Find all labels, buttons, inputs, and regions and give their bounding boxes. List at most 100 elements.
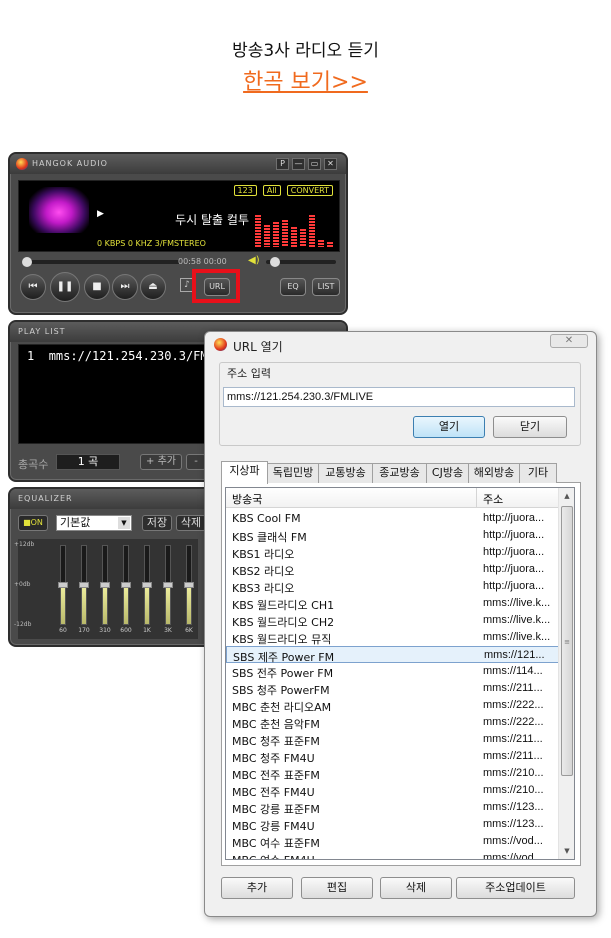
eq-band-label: 60 bbox=[59, 627, 67, 634]
eq-band-slider[interactable] bbox=[142, 545, 152, 625]
list-item[interactable]: MBC 전주 FM4U mms://210... bbox=[226, 782, 559, 799]
eq-band-fill bbox=[145, 585, 149, 624]
list-item[interactable]: MBC 강릉 표준FM mms://123... bbox=[226, 799, 559, 816]
eq-band-handle[interactable] bbox=[163, 582, 173, 588]
list-item[interactable]: KBS2 라디오 http://juora... bbox=[226, 561, 559, 578]
spectrum-bar bbox=[318, 240, 324, 247]
station-name: KBS 월드라디오 뮤직 bbox=[232, 633, 332, 646]
chevron-down-icon[interactable]: ▼ bbox=[118, 517, 130, 529]
tray-button[interactable]: ▭ bbox=[308, 158, 321, 170]
list-item[interactable]: KBS 월드라디오 뮤직 mms://live.k... bbox=[226, 629, 559, 646]
eq-band-handle[interactable] bbox=[100, 582, 110, 588]
eject-button[interactable]: ⏏ bbox=[140, 274, 166, 300]
add-station-button[interactable]: 추가 bbox=[221, 877, 293, 899]
seek-bar[interactable] bbox=[22, 257, 180, 267]
spectrum-bar bbox=[255, 215, 261, 247]
eq-band-handle[interactable] bbox=[79, 582, 89, 588]
eq-save-button[interactable]: 저장 bbox=[142, 515, 172, 531]
station-url: mms://123... bbox=[483, 818, 544, 830]
eq-band-slider[interactable] bbox=[100, 545, 110, 625]
eq-band-slider[interactable] bbox=[58, 545, 68, 625]
list-item[interactable]: MBC 청주 표준FM mms://211... bbox=[226, 731, 559, 748]
tab-2[interactable]: 교통방송 bbox=[318, 463, 373, 483]
playlist-toggle-button[interactable]: P bbox=[276, 158, 289, 170]
list-item[interactable]: MBC 여수 FM4U mms://vod... bbox=[226, 850, 559, 859]
eq-band-slider[interactable] bbox=[121, 545, 131, 625]
volume-icon: ◀) bbox=[248, 255, 260, 266]
tab-0[interactable]: 지상파 bbox=[221, 461, 268, 484]
spectrum-analyzer bbox=[255, 211, 337, 247]
playlist-item[interactable]: 1 mms://121.254.230.3/FM bbox=[27, 349, 208, 363]
eq-band-slider[interactable] bbox=[79, 545, 89, 625]
all-mode-button[interactable]: All bbox=[262, 185, 281, 196]
list-item[interactable]: MBC 춘천 음악FM mms://222... bbox=[226, 714, 559, 731]
eq-button[interactable]: EQ bbox=[280, 278, 306, 296]
list-item[interactable]: KBS 클래식 FM http://juora... bbox=[226, 527, 559, 544]
dialog-title: URL 열기 bbox=[233, 340, 283, 354]
close-button[interactable]: ✕ bbox=[324, 158, 337, 170]
next-button[interactable]: ⏭ bbox=[112, 274, 138, 300]
station-name: SBS 청주 PowerFM bbox=[232, 684, 330, 697]
edit-station-button[interactable]: 편집 bbox=[301, 877, 373, 899]
list-item[interactable]: KBS3 라디오 http://juora... bbox=[226, 578, 559, 595]
volume-slider[interactable] bbox=[266, 257, 336, 267]
list-item[interactable]: KBS 월드라디오 CH1 mms://live.k... bbox=[226, 595, 559, 612]
column-station[interactable]: 방송국 bbox=[232, 491, 262, 507]
view-single-link[interactable]: 한곡 보기>> bbox=[0, 64, 611, 96]
eq-band-handle[interactable] bbox=[58, 582, 68, 588]
column-address[interactable]: 주소 bbox=[483, 491, 503, 507]
list-item[interactable]: SBS 제주 Power FM mms://121... bbox=[226, 646, 559, 664]
list-item[interactable]: KBS 월드라디오 CH2 mms://live.k... bbox=[226, 612, 559, 629]
eq-band-handle[interactable] bbox=[121, 582, 131, 588]
url-input[interactable]: mms://121.254.230.3/FMLIVE bbox=[223, 387, 575, 407]
volume-handle[interactable] bbox=[270, 257, 280, 267]
tab-4[interactable]: CJ방송 bbox=[426, 463, 469, 483]
stop-button[interactable]: ■ bbox=[84, 274, 110, 300]
close-dialog-button[interactable]: 닫기 bbox=[493, 416, 567, 438]
scroll-up-icon[interactable]: ▲ bbox=[559, 488, 574, 504]
eq-preset-select[interactable]: 기본값 ▼ bbox=[56, 515, 132, 531]
scroll-down-icon[interactable]: ▼ bbox=[559, 843, 574, 859]
list-item[interactable]: MBC 전주 표준FM mms://210... bbox=[226, 765, 559, 782]
list-scrollbar[interactable]: ▲ ≡ ▼ bbox=[558, 488, 574, 859]
playlist-item-index: 1 bbox=[27, 349, 35, 363]
playlist-remove-button[interactable]: - bbox=[186, 454, 206, 470]
list-item[interactable]: SBS 청주 PowerFM mms://211... bbox=[226, 680, 559, 697]
bitrate-readout: 0 KBPS 0 KHZ 3/FMSTEREO bbox=[97, 239, 206, 248]
eq-delete-button[interactable]: 삭제 bbox=[176, 515, 206, 531]
eq-band-slider[interactable] bbox=[163, 545, 173, 625]
update-address-button[interactable]: 주소업데이트 bbox=[456, 877, 575, 899]
list-button[interactable]: LIST bbox=[312, 278, 340, 296]
list-item[interactable]: MBC 여수 표준FM mms://vod... bbox=[226, 833, 559, 850]
playlist-add-button[interactable]: + 추가 bbox=[140, 454, 182, 470]
list-item[interactable]: KBS1 라디오 http://juora... bbox=[226, 544, 559, 561]
repeat-mode-button[interactable]: 123 bbox=[233, 185, 257, 196]
open-button[interactable]: 열기 bbox=[413, 416, 485, 438]
delete-station-button[interactable]: 삭제 bbox=[380, 877, 452, 899]
list-item[interactable]: MBC 춘천 라디오AM mms://222... bbox=[226, 697, 559, 714]
list-item[interactable]: MBC 강릉 FM4U mms://123... bbox=[226, 816, 559, 833]
station-name: KBS 월드라디오 CH1 bbox=[232, 599, 335, 612]
column-divider[interactable] bbox=[476, 488, 477, 508]
list-item[interactable]: MBC 청주 FM4U mms://211... bbox=[226, 748, 559, 765]
prev-button[interactable]: ⏮ bbox=[20, 274, 46, 300]
convert-button[interactable]: CONVERT bbox=[286, 185, 333, 196]
tab-6[interactable]: 기타 bbox=[519, 463, 557, 483]
tab-3[interactable]: 종교방송 bbox=[372, 463, 427, 483]
minimize-button[interactable]: — bbox=[292, 158, 305, 170]
station-list[interactable]: 방송국 주소 KBS Cool FM http://juora... KBS 클래식… bbox=[225, 487, 575, 860]
station-url: mms://live.k... bbox=[483, 597, 551, 609]
list-item[interactable]: SBS 전주 Power FM mms://114... bbox=[226, 663, 559, 680]
eq-on-toggle[interactable]: ■ON bbox=[18, 515, 48, 531]
scroll-thumb[interactable]: ≡ bbox=[561, 506, 573, 776]
eq-band-slider[interactable] bbox=[184, 545, 194, 625]
eq-band-handle[interactable] bbox=[142, 582, 152, 588]
list-item[interactable]: KBS Cool FM http://juora... bbox=[226, 510, 559, 527]
pause-button[interactable]: ❚❚ bbox=[50, 272, 80, 302]
tab-1[interactable]: 독립민방 bbox=[267, 463, 319, 483]
eq-band-handle[interactable] bbox=[184, 582, 194, 588]
tab-5[interactable]: 해외방송 bbox=[468, 463, 520, 483]
station-url: mms://211... bbox=[483, 682, 543, 694]
dialog-close-button[interactable]: ✕ bbox=[550, 334, 588, 348]
seek-handle[interactable] bbox=[22, 257, 32, 267]
